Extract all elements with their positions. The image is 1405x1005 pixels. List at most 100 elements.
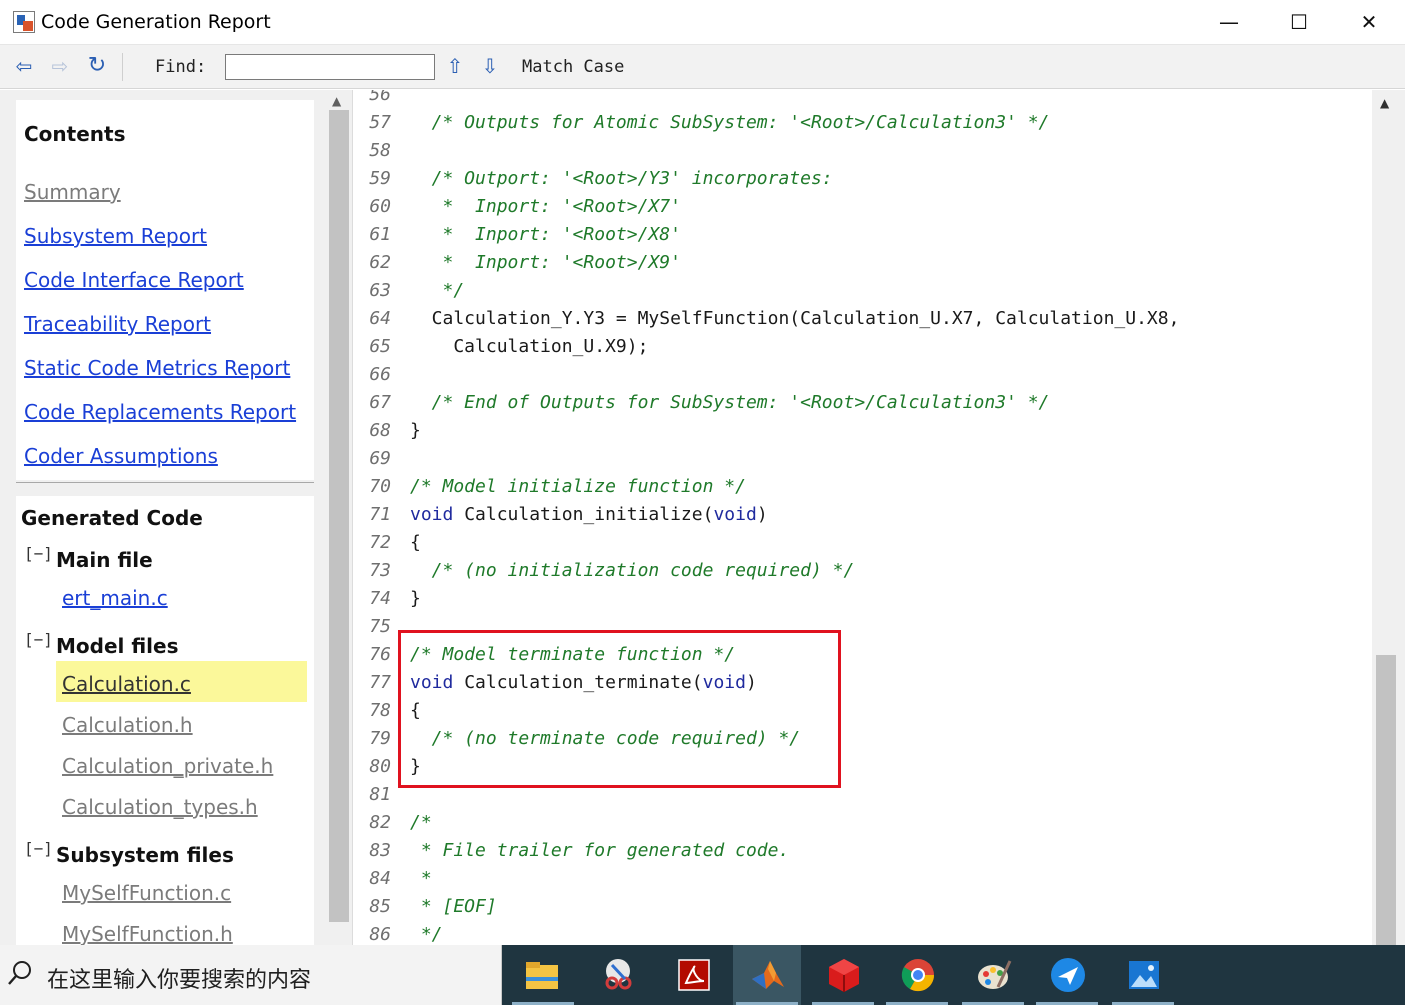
photos-icon[interactable] (1124, 955, 1164, 995)
navigation-scrollbar-thumb[interactable] (329, 110, 349, 922)
code-line: 72 { (353, 529, 1363, 557)
link-coder-assumptions[interactable]: Coder Assumptions (24, 444, 218, 468)
window-title: Code Generation Report (41, 11, 271, 33)
navigation-scrollbar[interactable]: ▲ (326, 90, 352, 945)
link-traceability-report[interactable]: Traceability Report (24, 312, 211, 336)
line-number: 79 (369, 728, 391, 749)
chrome-icon[interactable] (898, 955, 938, 995)
line-number: 71 (369, 504, 391, 525)
code-scroll-up-arrow-icon[interactable]: ▲ (1380, 96, 1389, 110)
line-number: 67 (369, 392, 391, 413)
code-line: 79 /* (no terminate code required) */ (353, 725, 1363, 753)
code-line: 80} (353, 753, 1363, 781)
code-line: 78 { (353, 697, 1363, 725)
line-number: 85 (369, 896, 391, 917)
code-line: 86 */ (353, 921, 1363, 945)
find-next-icon[interactable]: ⇩ (478, 53, 502, 79)
paint-icon[interactable] (974, 955, 1014, 995)
toolbar: ⇦ ⇨ ↻ Find: ⇧ ⇩ Match Case (0, 45, 1405, 89)
line-number: 66 (369, 364, 391, 385)
line-number: 80 (369, 756, 391, 777)
code-line: 84 * (353, 865, 1363, 893)
link-summary[interactable]: Summary (24, 180, 121, 204)
refresh-icon[interactable]: ↻ (85, 53, 109, 79)
file-link-ert-main-c[interactable]: ert_main.c (62, 586, 168, 610)
find-input[interactable] (225, 54, 435, 80)
line-number: 56 (369, 90, 391, 105)
line-number: 70 (369, 476, 391, 497)
line-number: 75 (369, 616, 391, 637)
code-scrollbar[interactable]: ▲ (1372, 90, 1405, 945)
code-line: 69 (353, 445, 1363, 473)
collapse-subsystem-files-icon[interactable]: [−] (24, 839, 53, 858)
link-static-code-metrics-report[interactable]: Static Code Metrics Report (24, 356, 290, 380)
code-line: 83 * File trailer for generated code. (353, 837, 1363, 865)
code-line: 56 (353, 90, 1363, 109)
code-comment: /* Model terminate function */ (410, 644, 736, 665)
group-model-files: Model files (56, 634, 179, 658)
code-comment: * Inport: '<Root>/X8' (410, 224, 681, 245)
file-explorer-icon[interactable] (522, 955, 562, 995)
code-comment: * Inport: '<Root>/X9' (410, 252, 681, 273)
forward-arrow-icon[interactable]: ⇨ (48, 53, 72, 79)
red-cube-app-icon[interactable] (824, 955, 864, 995)
line-number: 82 (369, 812, 391, 833)
panel-divider (16, 482, 314, 483)
line-number: 84 (369, 868, 391, 889)
code-comment: /* End of Outputs for SubSystem: '<Root>… (410, 392, 1050, 413)
file-link-calculation-h[interactable]: Calculation.h (62, 713, 193, 737)
code-statement: void Calculation_terminate(void) (410, 672, 757, 693)
code-line: 70 /* Model initialize function */ (353, 473, 1363, 501)
collapse-main-file-icon[interactable]: [−] (24, 544, 53, 563)
matlab-icon[interactable] (748, 955, 788, 995)
taskbar-search-box[interactable]: 在这里输入你要搜索的内容 (0, 945, 502, 1005)
code-line: 75 (353, 613, 1363, 641)
file-link-calculation-types-h[interactable]: Calculation_types.h (62, 795, 258, 819)
file-link-myselffunction-h[interactable]: MySelfFunction.h (62, 922, 233, 945)
code-line: 76 /* Model terminate function */ (353, 641, 1363, 669)
line-number: 72 (369, 532, 391, 553)
code-statement: } (410, 420, 421, 441)
scroll-up-arrow-icon[interactable]: ▲ (332, 94, 341, 108)
keyword-void: void (410, 504, 454, 525)
link-code-interface-report[interactable]: Code Interface Report (24, 268, 244, 292)
back-arrow-icon[interactable]: ⇦ (12, 53, 36, 79)
line-number: 62 (369, 252, 391, 273)
collapse-model-files-icon[interactable]: [−] (24, 630, 53, 649)
minimize-button[interactable]: — (1194, 0, 1264, 45)
code-line: 64 Calculation_Y.Y3 = MySelfFunction(Cal… (353, 305, 1363, 333)
code-line: 66 (353, 361, 1363, 389)
contents-title: Contents (24, 122, 126, 146)
code-statement: { (410, 700, 421, 721)
line-number: 60 (369, 196, 391, 217)
code-line: 62 * Inport: '<Root>/X9' (353, 249, 1363, 277)
file-link-calculation-c[interactable]: Calculation.c (62, 672, 191, 696)
code-line: 77 void Calculation_terminate(void) (353, 669, 1363, 697)
link-code-replacements-report[interactable]: Code Replacements Report (24, 400, 296, 424)
code-comment: */ (410, 280, 465, 301)
close-button[interactable]: ✕ (1334, 0, 1404, 45)
snipping-tool-icon[interactable] (598, 955, 638, 995)
link-subsystem-report[interactable]: Subsystem Report (24, 224, 207, 248)
file-link-calculation-private-h[interactable]: Calculation_private.h (62, 754, 273, 778)
code-line: 74} (353, 585, 1363, 613)
feishu-icon[interactable] (1048, 955, 1088, 995)
code-line: 85 * [EOF] (353, 893, 1363, 921)
file-link-myselffunction-c[interactable]: MySelfFunction.c (62, 881, 231, 905)
find-previous-icon[interactable]: ⇧ (443, 53, 467, 79)
line-number: 74 (369, 588, 391, 609)
line-number: 61 (369, 224, 391, 245)
navigation-panel: Contents Summary Subsystem Report Code I… (0, 90, 352, 945)
line-number: 86 (369, 924, 391, 945)
maximize-button[interactable]: ☐ (1264, 0, 1334, 45)
code-scrollbar-thumb[interactable] (1376, 655, 1396, 945)
match-case-toggle[interactable]: Match Case (522, 57, 624, 77)
find-label: Find: (155, 57, 207, 77)
line-number: 81 (369, 784, 391, 805)
code-comment: /* (410, 812, 432, 833)
report-app-icon (13, 11, 35, 33)
acrobat-reader-icon[interactable] (674, 955, 714, 995)
code-line: 65 Calculation_U.X9); (353, 333, 1363, 361)
code-statement: Calculation_Y.Y3 = MySelfFunction(Calcul… (410, 308, 1180, 329)
code-line: 59 /* Outport: '<Root>/Y3' incorporates: (353, 165, 1363, 193)
